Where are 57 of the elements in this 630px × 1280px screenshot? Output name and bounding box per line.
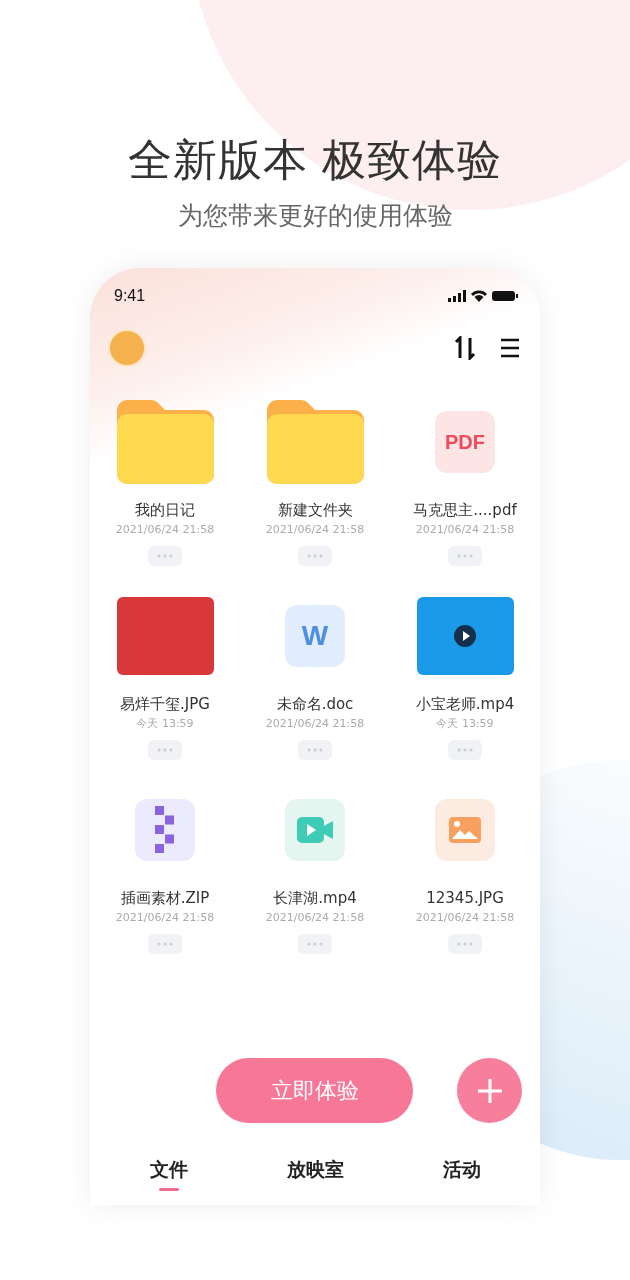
more-button[interactable] bbox=[148, 934, 182, 954]
avatar[interactable] bbox=[108, 329, 146, 367]
file-name[interactable]: 小宝老师.mp4 bbox=[415, 694, 515, 714]
file-date: 2021/06/24 21:58 bbox=[265, 522, 365, 538]
more-button[interactable] bbox=[148, 546, 182, 566]
video-file-icon bbox=[285, 799, 345, 861]
more-icon bbox=[457, 554, 473, 558]
more-button[interactable] bbox=[148, 740, 182, 760]
status-time: 9:41 bbox=[114, 287, 146, 305]
file-name[interactable]: 易烊千玺.JPG bbox=[120, 694, 210, 714]
wifi-icon bbox=[471, 290, 487, 302]
more-button[interactable] bbox=[298, 740, 332, 760]
play-icon bbox=[454, 625, 476, 647]
word-file-icon: W bbox=[285, 605, 345, 667]
more-icon bbox=[457, 748, 473, 752]
file-date: 2021/06/24 21:58 bbox=[265, 910, 365, 926]
image-file-icon bbox=[435, 799, 495, 861]
file-name[interactable]: 我的日记 bbox=[135, 500, 195, 520]
plus-icon bbox=[476, 1077, 503, 1104]
file-name[interactable]: 未命名.doc bbox=[276, 694, 354, 714]
file-name[interactable]: 12345.JPG bbox=[426, 888, 504, 908]
zip-file-icon bbox=[135, 799, 195, 861]
folder-icon bbox=[116, 400, 214, 484]
more-icon bbox=[307, 942, 323, 946]
more-icon bbox=[157, 748, 173, 752]
more-icon bbox=[457, 942, 473, 946]
more-button[interactable] bbox=[448, 934, 482, 954]
more-button[interactable] bbox=[298, 934, 332, 954]
nav-tab[interactable]: 文件 bbox=[139, 1153, 198, 1191]
sort-icon[interactable] bbox=[454, 336, 476, 360]
file-name[interactable]: 长津湖.mp4 bbox=[273, 888, 357, 908]
more-icon bbox=[307, 748, 323, 752]
file-name[interactable]: 插画素材.ZIP bbox=[120, 888, 210, 908]
more-icon bbox=[157, 554, 173, 558]
more-button[interactable] bbox=[298, 546, 332, 566]
file-date: 今天 13:59 bbox=[436, 716, 494, 732]
battery-icon bbox=[492, 291, 518, 301]
subtitle: 为您带来更好的使用体验 bbox=[177, 200, 453, 232]
menu-icon[interactable] bbox=[500, 338, 520, 358]
file-date: 2021/06/24 21:58 bbox=[115, 910, 215, 926]
folder-icon bbox=[266, 400, 364, 484]
nav-tab[interactable]: 放映室 bbox=[276, 1153, 354, 1191]
file-date: 2021/06/24 21:58 bbox=[265, 716, 365, 732]
more-button[interactable] bbox=[448, 546, 482, 566]
nav-tab[interactable]: 活动 bbox=[432, 1153, 491, 1191]
signal-icon bbox=[448, 290, 466, 302]
more-icon bbox=[157, 942, 173, 946]
file-name[interactable]: 新建文件夹 bbox=[277, 500, 353, 520]
file-date: 2021/06/24 21:58 bbox=[415, 910, 515, 926]
more-button[interactable] bbox=[448, 740, 482, 760]
pdf-file-icon: PDF bbox=[435, 411, 495, 473]
headline: 全新版本 极致体验 bbox=[127, 133, 503, 187]
file-date: 2021/06/24 21:58 bbox=[115, 522, 215, 538]
more-icon bbox=[307, 554, 323, 558]
file-name[interactable]: 马克思主....pdf bbox=[413, 500, 517, 520]
file-date: 今天 13:59 bbox=[136, 716, 194, 732]
file-date: 2021/06/24 21:58 bbox=[415, 522, 515, 538]
